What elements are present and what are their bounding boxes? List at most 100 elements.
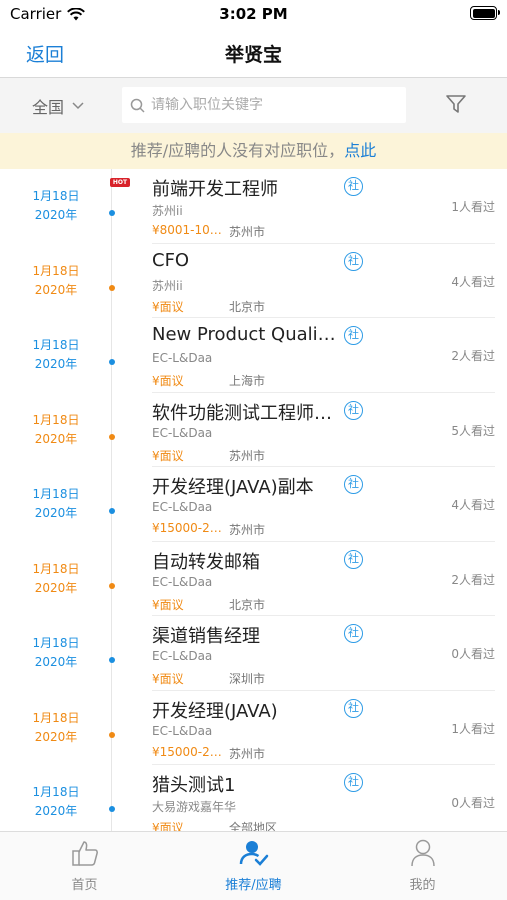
salary: ¥面议	[152, 821, 184, 831]
salary: ¥面议	[152, 597, 184, 612]
battery-icon	[470, 6, 500, 20]
job-row[interactable]: 1月18日 2020年 软件功能测试工程师副本社 EC-L&Daa ¥面议 苏州市 5人看过	[0, 393, 507, 467]
job-title: New Product Quality Engineer	[152, 324, 338, 345]
nav-bar: 返回 举贤宝	[0, 28, 507, 78]
company-name: 大易游戏嘉年华	[152, 800, 237, 814]
tab-recommend[interactable]: 推荐/应聘	[169, 832, 338, 900]
timeline-dot	[109, 731, 115, 738]
view-count: 1人看过	[451, 200, 495, 214]
salary: ¥15000-20000	[152, 521, 226, 535]
company-name: EC-L&Daa	[152, 723, 213, 738]
post-date-md: 1月18日	[32, 412, 80, 427]
timeline-dot	[109, 433, 115, 440]
company-name: EC-L&Daa	[152, 500, 213, 514]
post-date-md: 1月18日	[32, 487, 80, 501]
job-content[interactable]: 渠道销售经理 社 EC-L&Daa ¥面议 深圳市 0人看过	[152, 616, 495, 691]
social-recruit-badge: 社	[344, 698, 363, 718]
salary: ¥8001-10000	[152, 223, 226, 237]
view-count: 4人看过	[451, 274, 495, 289]
post-date: 1月18日 2020年	[0, 411, 112, 449]
job-content[interactable]: 开发经理(JAVA) 社 EC-L&Daa ¥15000-20000苏州市 1人看过	[152, 691, 495, 765]
job-city: 上海市	[229, 374, 266, 388]
post-date-year: 2020年	[34, 282, 78, 297]
social-recruit-badge: 社	[344, 400, 363, 420]
job-row[interactable]: 1月18日 2020年 开发经理(JAVA) 社 EC-L&Daa ¥15000-2000…	[0, 691, 507, 765]
job-row[interactable]: 1月18日 2020年 渠道销售经理 社 EC-L&Daa ¥面议 深圳市 0人看过	[0, 616, 507, 691]
job-content[interactable]: 软件功能测试工程师副本社 EC-L&Daa ¥面议 苏州市 5人看过	[152, 393, 495, 467]
filter-icon[interactable]	[445, 93, 467, 115]
social-recruit-badge: 社	[344, 624, 363, 643]
post-date-md: 1月18日	[32, 710, 80, 725]
post-date: 1月18日 2020年	[0, 709, 112, 747]
post-date-year: 2020年	[34, 208, 78, 222]
timeline-dot	[109, 806, 115, 812]
job-row[interactable]: 1月18日 2020年 自动转发邮箱 社 EC-L&Daa ¥面议 北京市 2人看过	[0, 542, 507, 616]
tab-mine[interactable]: 我的	[338, 832, 507, 900]
job-content[interactable]: 自动转发邮箱 社 EC-L&Daa ¥面议 北京市 2人看过	[152, 542, 495, 616]
post-date: 1月18日 2020年	[0, 783, 112, 821]
job-title: 软件功能测试工程师副本	[152, 402, 338, 424]
company-name: EC-L&Daa	[152, 574, 213, 589]
tab-bar: 首页 推荐/应聘 我的	[0, 831, 507, 900]
job-row[interactable]: 1月18日 2020年 HOT 前端开发工程师 社苏州ii ¥8001-10000 苏州市 1…	[0, 169, 507, 244]
social-recruit-badge: 社	[344, 475, 363, 494]
job-city: 深圳市	[229, 672, 266, 686]
post-date-year: 2020年	[34, 506, 78, 520]
view-count: 4人看过	[451, 498, 495, 512]
post-date-year: 2020年	[34, 655, 78, 669]
search-input[interactable]	[151, 97, 391, 113]
job-content[interactable]: 开发经理(JAVA)副本 社 EC-L&Daa ¥15000-20000苏州市 4人看过	[152, 467, 495, 542]
search-box[interactable]	[122, 87, 406, 123]
status-bar: Carrier 3:02 PM	[0, 0, 507, 28]
job-row[interactable]: 1月18日 2020年 猎头测试1 社大易游戏嘉年华 ¥面议 全部地区 0人看过	[0, 765, 507, 831]
job-list[interactable]: 1月18日 2020年 HOT 前端开发工程师社苏州ii ¥8001-10000 苏州市 1…	[0, 169, 507, 831]
tab-home[interactable]: 首页	[0, 832, 169, 900]
notice-text: 推荐/应聘的人没有对应职位，	[130, 141, 345, 160]
company-name: EC-L&Daa	[152, 649, 213, 663]
social-recruit-badge: 社	[344, 177, 363, 196]
post-date-md: 1月18日	[32, 561, 80, 576]
search-icon	[130, 98, 145, 113]
job-row[interactable]: 1月18日 2020年 CFO 社苏州ii ¥面议 北京市 4人看过	[0, 244, 507, 318]
post-date: 1月18日 2020年	[0, 485, 112, 523]
job-content[interactable]: 前端开发工程师 社苏州ii ¥8001-10000 苏州市 1人看过	[152, 169, 495, 244]
post-date-year: 2020年	[34, 804, 78, 818]
status-time: 3:02 PM	[219, 5, 288, 23]
job-content[interactable]: 猎头测试1 社大易游戏嘉年华 ¥面议 全部地区 0人看过	[152, 765, 495, 831]
job-title: 猎头测试1	[152, 775, 236, 796]
post-date: 1月18日 2020年	[0, 187, 112, 225]
filter-bar: 全国	[0, 78, 507, 133]
post-date-md: 1月18日	[32, 785, 80, 799]
job-city: 苏州市	[229, 448, 266, 463]
view-count: 2人看过	[451, 349, 495, 363]
social-recruit-badge: 社	[344, 326, 363, 345]
tab-mine-label: 我的	[409, 878, 436, 893]
social-recruit-badge: 社	[344, 549, 363, 569]
job-city: 苏州市	[229, 225, 266, 239]
timeline-dot	[109, 210, 115, 216]
social-recruit-badge: 社	[344, 251, 363, 271]
notice-banner: 推荐/应聘的人没有对应职位，点此	[0, 133, 507, 169]
post-date: 1月18日 2020年	[0, 262, 112, 300]
tab-home-label: 首页	[71, 878, 98, 893]
region-dropdown[interactable]: 全国	[32, 94, 84, 118]
timeline-dot	[109, 508, 115, 514]
salary: ¥面议	[152, 672, 184, 686]
hot-badge: HOT	[110, 178, 130, 187]
notice-link[interactable]: 点此	[344, 141, 376, 160]
job-city: 苏州市	[229, 523, 266, 537]
job-content[interactable]: New Product Quality Engineer 社 EC-L&Daa ¥面议…	[152, 318, 495, 393]
job-row[interactable]: 1月18日 2020年 开发经理(JAVA)副本 社 EC-L&Daa ¥15000-20…	[0, 467, 507, 542]
post-date-year: 2020年	[34, 580, 78, 595]
person-icon	[410, 839, 435, 867]
timeline-dot	[109, 284, 115, 291]
job-city: 全部地区	[229, 821, 278, 831]
job-content[interactable]: CFO 社苏州ii ¥面议 北京市 4人看过	[152, 244, 495, 318]
view-count: 1人看过	[451, 721, 495, 736]
job-title: CFO	[152, 249, 190, 271]
company-name: EC-L&Daa	[152, 425, 213, 440]
job-row[interactable]: 1月18日 2020年 New Product Quality Engineer 社 E…	[0, 318, 507, 393]
thumbs-up-icon	[71, 841, 98, 866]
page-title: 举贤宝	[224, 44, 282, 66]
post-date: 1月18日 2020年	[0, 560, 112, 598]
